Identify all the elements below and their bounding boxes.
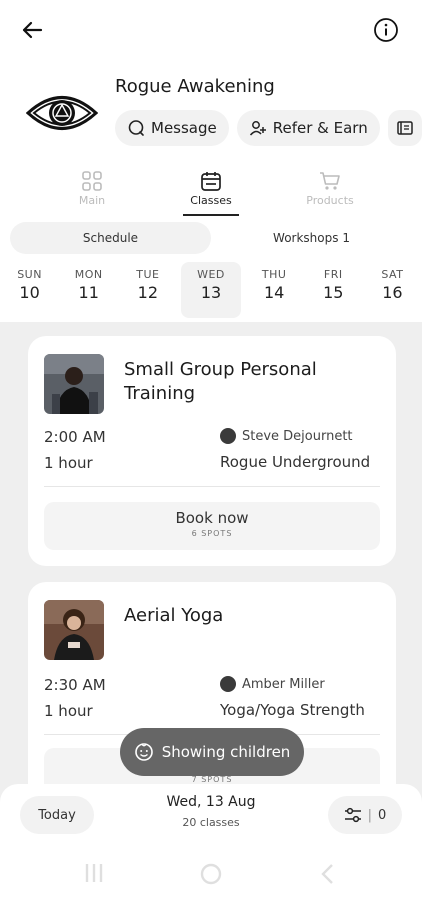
date-strip: SUN 10 MON 11 TUE 12 WED 13 THU 14 FRI 1… [0,262,422,318]
active-tab-indicator [183,214,239,216]
instructor[interactable]: Steve Dejournett [220,428,353,444]
class-time: 2:00 AM [44,428,106,446]
showing-children-toast[interactable]: Showing children [120,728,304,776]
spots-left: 7 SPOTS [191,775,233,784]
sliders-icon [344,807,361,823]
tab-main-label: Main [78,194,106,207]
message-button[interactable]: Message [115,110,229,146]
tab-classes-label: Classes [190,194,232,207]
bottom-date-bar: Today Wed, 13 Aug 20 classes | 0 [0,784,422,846]
day-sat[interactable]: SAT 16 [363,262,422,318]
tab-workshops[interactable]: Workshops 1 [211,222,412,254]
day-number: 11 [78,283,99,302]
tab-products[interactable]: Products [290,168,370,207]
day-of-week: TUE [136,268,160,281]
day-of-week: WED [197,268,225,281]
cart-icon [320,172,340,190]
book-now-button[interactable]: Book now 6 SPOTS [44,502,380,550]
tab-schedule[interactable]: Schedule [10,222,211,254]
day-number: 13 [200,283,222,302]
day-number: 14 [263,283,285,302]
filter-count: 0 [378,807,387,823]
info-circle-icon [374,18,398,42]
filter-separator: | [367,807,373,823]
class-title: Aerial Yoga [124,605,224,626]
class-time: 2:30 AM [44,676,106,694]
day-of-week: SUN [17,268,42,281]
class-title: Small Group Personal Training [124,359,317,404]
main-tabs: Main Classes Products [0,168,422,218]
day-of-week: SAT [381,268,404,281]
toast-label: Showing children [161,743,291,761]
top-bar [0,0,422,60]
instructor-name: Amber Miller [242,676,325,692]
home-icon[interactable] [199,862,223,886]
business-actions: Message Refer & Earn [115,110,422,146]
day-thu[interactable]: THU 14 [245,262,304,318]
recents-icon[interactable] [82,862,106,884]
tab-classes[interactable]: Classes [171,168,251,207]
instructor-name: Steve Dejournett [242,428,353,444]
day-number: 16 [382,283,403,302]
spots-left: 6 SPOTS [191,529,233,538]
arrow-left-icon [22,21,43,39]
calendar-icon [201,172,221,191]
class-thumbnail [44,354,104,414]
back-chevron-icon[interactable] [318,862,338,886]
tab-main[interactable]: Main [52,168,132,207]
day-of-week: THU [261,268,287,281]
class-duration: 1 hour [44,702,93,720]
day-of-week: MON [74,268,103,281]
day-sun[interactable]: SUN 10 [0,262,59,318]
divider [44,486,380,487]
filter-button[interactable]: | 0 [328,796,402,834]
instructor[interactable]: Amber Miller [220,676,325,692]
business-name: Rogue Awakening [115,76,275,97]
message-label: Message [151,119,217,137]
book-now-label: Book now [175,509,249,527]
class-thumbnail [44,600,104,660]
refer-earn-label: Refer & Earn [272,119,368,137]
class-location: Yoga/Yoga Strength [220,701,365,719]
avatar [220,676,236,692]
day-wed[interactable]: WED 13 [181,262,241,318]
eye-logo-icon [26,96,98,130]
tab-products-label: Products [306,194,354,207]
day-number: 10 [19,283,40,302]
class-duration: 1 hour [44,454,93,472]
refer-earn-button[interactable]: Refer & Earn [236,110,380,146]
class-card[interactable]: Small Group Personal Training 2:00 AM 1 … [28,336,396,566]
back-button[interactable] [16,14,48,46]
class-location: Rogue Underground [220,453,371,471]
grid-icon [82,171,102,191]
business-header: Rogue Awakening Message Refer & Earn [0,70,422,160]
info-button[interactable] [370,14,402,46]
child-face-icon [134,743,153,761]
add-person-icon [249,121,266,136]
system-navigation [0,846,422,900]
day-tue[interactable]: TUE 12 [118,262,177,318]
avatar [220,428,236,444]
day-fri[interactable]: FRI 15 [304,262,363,318]
day-of-week: FRI [323,268,343,281]
day-number: 15 [323,283,344,302]
sub-tabs: Schedule Workshops 1 [10,222,412,254]
day-mon[interactable]: MON 11 [59,262,118,318]
membership-card-icon [396,121,413,135]
chat-bubble-icon [128,120,144,136]
day-number: 12 [137,283,159,302]
membership-card-button[interactable] [387,110,422,146]
